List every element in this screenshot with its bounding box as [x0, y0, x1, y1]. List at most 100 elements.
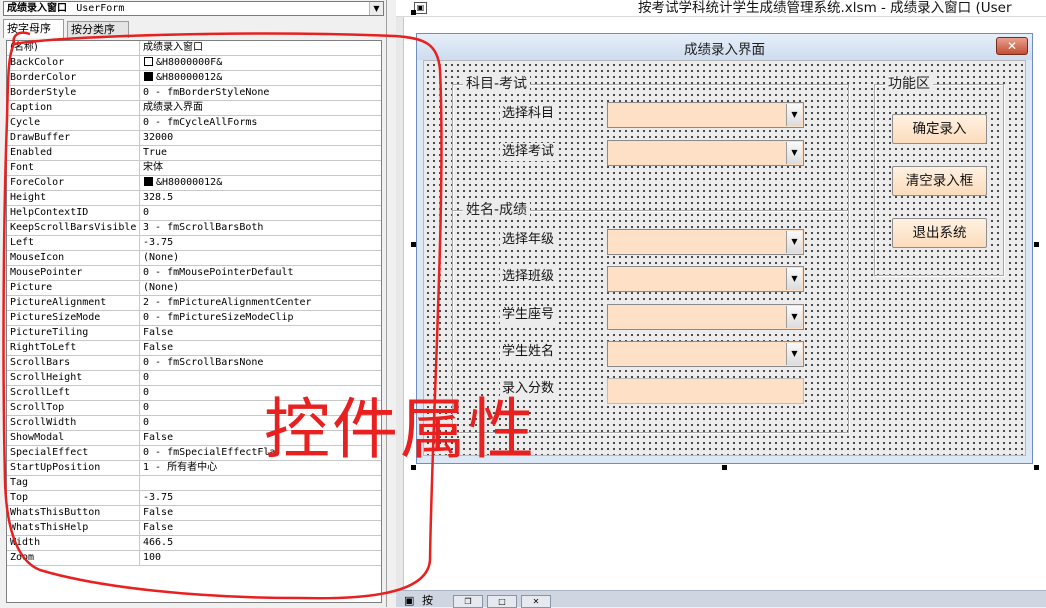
property-name: Zoom — [7, 551, 140, 565]
property-row[interactable]: Enabled True — [7, 146, 381, 161]
property-value[interactable]: 成绩录入界面 — [141, 101, 381, 115]
label-select-exam: 选择考试 — [500, 143, 557, 161]
property-value[interactable]: 0 - fmCycleAllForms — [141, 116, 381, 130]
resize-handle[interactable] — [1034, 242, 1039, 247]
property-row[interactable]: ScrollBars 0 - fmScrollBarsNone — [7, 356, 381, 371]
property-row[interactable]: Zoom 100 — [7, 551, 381, 566]
clear-inputs-button[interactable]: 清空录入框 — [892, 166, 987, 196]
close-icon[interactable]: ✕ — [521, 595, 551, 608]
combo-subject[interactable]: ▼ — [607, 102, 804, 128]
object-selector[interactable]: 成绩录入窗口 UserForm ▼ — [3, 1, 384, 16]
property-value[interactable]: -3.75 — [141, 491, 381, 505]
property-value[interactable]: False — [141, 506, 381, 520]
property-row[interactable]: ScrollHeight 0 — [7, 371, 381, 386]
property-name: ScrollBars — [7, 356, 140, 370]
property-value[interactable]: (None) — [141, 251, 381, 265]
chevron-down-icon[interactable]: ▼ — [786, 343, 802, 365]
property-value[interactable]: 0 - fmMousePointerDefault — [141, 266, 381, 280]
label-seat-number: 学生座号 — [500, 306, 557, 324]
property-row[interactable]: Font 宋体 — [7, 161, 381, 176]
property-row[interactable]: (名称) 成绩录入窗口 — [7, 41, 381, 56]
score-input[interactable] — [607, 378, 804, 404]
exit-system-button[interactable]: 退出系统 — [892, 218, 987, 248]
property-name: BorderStyle — [7, 86, 140, 100]
property-row[interactable]: HelpContextID 0 — [7, 206, 381, 221]
property-row[interactable]: PictureTiling False — [7, 326, 381, 341]
property-row[interactable]: MouseIcon (None) — [7, 251, 381, 266]
property-row[interactable]: Width 466.5 — [7, 536, 381, 551]
property-row[interactable]: PictureAlignment 2 - fmPictureAlignmentCe… — [7, 296, 381, 311]
property-row[interactable]: Caption 成绩录入界面 — [7, 101, 381, 116]
property-row[interactable]: BorderStyle 0 - fmBorderStyleNone — [7, 86, 381, 101]
property-row[interactable]: PictureSizeMode 0 - fmPictureSizeModeClip — [7, 311, 381, 326]
property-value[interactable]: 3 - fmScrollBarsBoth — [141, 221, 381, 235]
confirm-entry-button[interactable]: 确定录入 — [892, 114, 987, 144]
property-value[interactable]: 0 - fmScrollBarsNone — [141, 356, 381, 370]
property-row[interactable]: RightToLeft False — [7, 341, 381, 356]
frame-subject-exam[interactable]: 科目-考试 选择科目 ▼ 选择考试 ▼ — [452, 76, 849, 211]
property-row[interactable]: MousePointer 0 - fmMousePointerDefault — [7, 266, 381, 281]
property-value[interactable]: 宋体 — [141, 161, 381, 175]
maximize-icon[interactable]: □ — [487, 595, 517, 608]
chevron-down-icon[interactable]: ▼ — [786, 306, 802, 328]
property-row[interactable]: Tag — [7, 476, 381, 491]
restore-icon[interactable]: ❐ — [453, 595, 483, 608]
resize-handle[interactable] — [1034, 465, 1039, 470]
property-value[interactable]: 100 — [141, 551, 381, 565]
property-value[interactable]: True — [141, 146, 381, 160]
property-value[interactable]: 0 — [141, 206, 381, 220]
property-name: Font — [7, 161, 140, 175]
combo-student-name[interactable]: ▼ — [607, 341, 804, 367]
property-row[interactable]: DrawBuffer 32000 — [7, 131, 381, 146]
property-row[interactable]: WhatsThisHelp False — [7, 521, 381, 536]
combo-grade[interactable]: ▼ — [607, 229, 804, 255]
property-row[interactable]: Cycle 0 - fmCycleAllForms — [7, 116, 381, 131]
resize-handle[interactable] — [411, 10, 416, 15]
property-name: Width — [7, 536, 140, 550]
property-name: Left — [7, 236, 140, 250]
property-value[interactable]: &H80000012& — [141, 176, 381, 190]
property-value[interactable]: (None) — [141, 281, 381, 295]
property-value[interactable]: 成绩录入窗口 — [141, 41, 381, 55]
minimized-window-icon[interactable]: ▣ — [404, 594, 414, 608]
combo-seat-number[interactable]: ▼ — [607, 304, 804, 330]
property-name: StartUpPosition — [7, 461, 140, 475]
property-value[interactable]: False — [141, 341, 381, 355]
tab-categorized[interactable]: 按分类序 — [67, 21, 129, 38]
property-value[interactable]: 466.5 — [141, 536, 381, 550]
chevron-down-icon[interactable]: ▼ — [369, 2, 383, 15]
property-value[interactable] — [141, 476, 381, 490]
property-value[interactable]: 32000 — [141, 131, 381, 145]
designer-left-edge — [396, 17, 404, 592]
property-value[interactable]: False — [141, 326, 381, 340]
property-value[interactable]: False — [141, 521, 381, 535]
property-row[interactable]: BackColor &H8000000F& — [7, 56, 381, 71]
property-row[interactable]: Height 328.5 — [7, 191, 381, 206]
tab-alphabetic[interactable]: 按字母序 — [3, 19, 64, 38]
chevron-down-icon[interactable]: ▼ — [786, 268, 802, 290]
property-value[interactable]: 2 - fmPictureAlignmentCenter — [141, 296, 381, 310]
property-value[interactable]: 0 — [141, 371, 381, 385]
property-row[interactable]: Left -3.75 — [7, 236, 381, 251]
frame-functions[interactable]: 功能区 确定录入 清空录入框 退出系统 — [874, 76, 1004, 276]
property-row[interactable]: KeepScrollBarsVisible 3 - fmScrollBarsBot… — [7, 221, 381, 236]
property-row[interactable]: BorderColor &H80000012& — [7, 71, 381, 86]
property-value[interactable]: &H8000000F& — [141, 56, 381, 70]
property-value[interactable]: -3.75 — [141, 236, 381, 250]
property-value[interactable]: 328.5 — [141, 191, 381, 205]
form-close-button[interactable]: ✕ — [996, 37, 1028, 55]
combo-class[interactable]: ▼ — [607, 266, 804, 292]
property-row[interactable]: Top -3.75 — [7, 491, 381, 506]
property-value[interactable]: 0 - fmBorderStyleNone — [141, 86, 381, 100]
property-value[interactable]: &H80000012& — [141, 71, 381, 85]
resize-handle[interactable] — [722, 465, 727, 470]
property-value[interactable]: 0 - fmPictureSizeModeClip — [141, 311, 381, 325]
property-row[interactable]: ForeColor &H80000012& — [7, 176, 381, 191]
chevron-down-icon[interactable]: ▼ — [786, 142, 802, 164]
chevron-down-icon[interactable]: ▼ — [786, 231, 802, 253]
property-row[interactable]: WhatsThisButton False — [7, 506, 381, 521]
property-row[interactable]: Picture (None) — [7, 281, 381, 296]
chevron-down-icon[interactable]: ▼ — [786, 104, 802, 126]
label-select-grade: 选择年级 — [500, 231, 557, 249]
combo-exam[interactable]: ▼ — [607, 140, 804, 166]
